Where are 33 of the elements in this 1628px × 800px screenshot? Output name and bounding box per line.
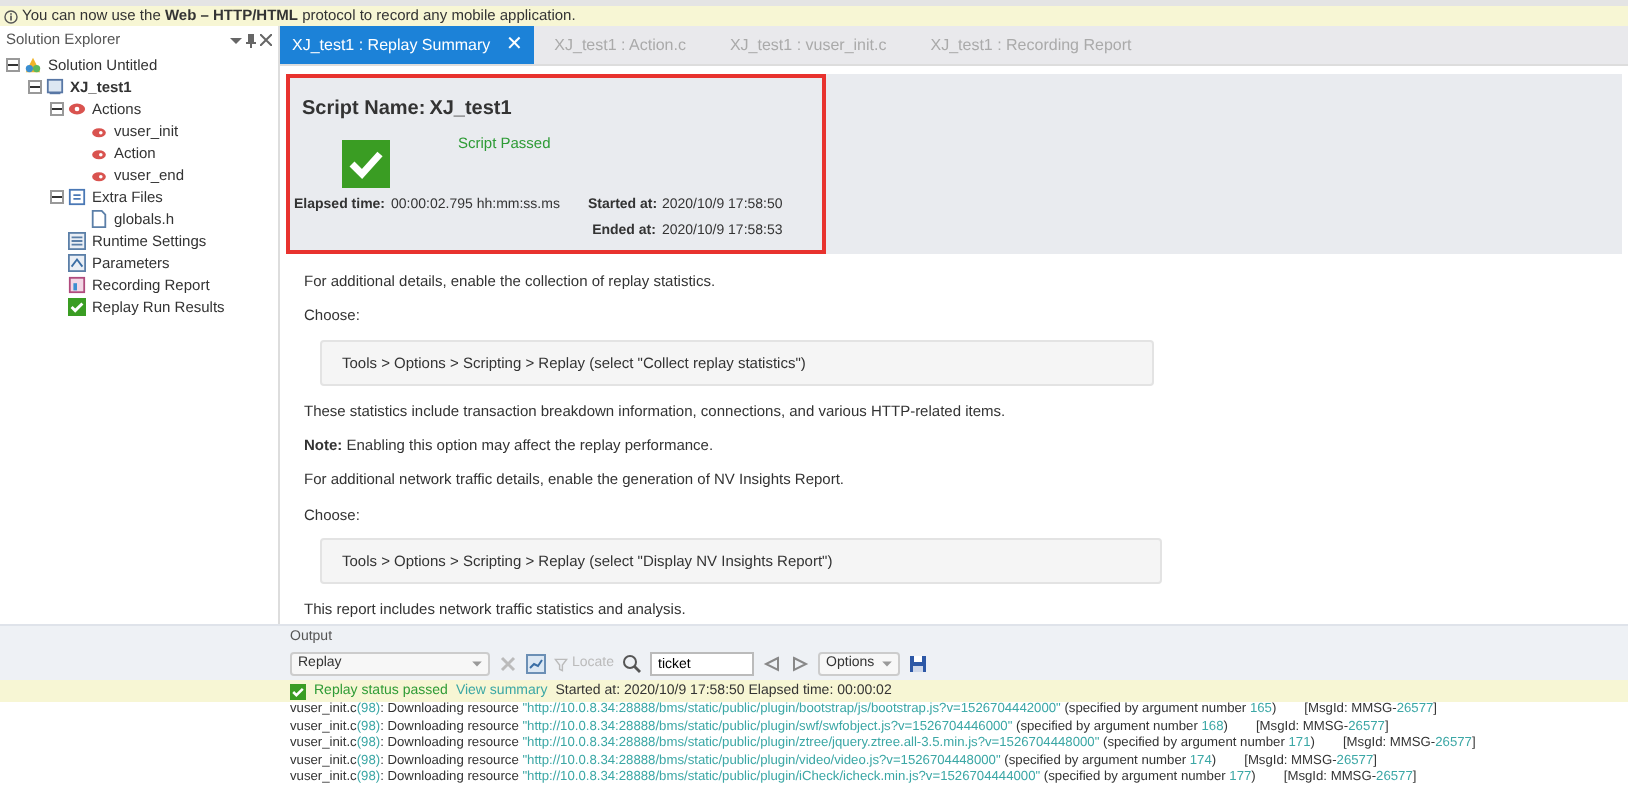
chart-icon[interactable] [526, 654, 546, 674]
report-icon [68, 276, 86, 294]
caret-icon [882, 660, 893, 668]
action-icon [90, 144, 108, 162]
file-icon [90, 210, 108, 228]
next-icon[interactable] [790, 654, 811, 674]
settings-icon [68, 232, 86, 250]
tab[interactable]: XJ_test1 : Replay Summary ✕ [280, 26, 535, 64]
action-icon [90, 122, 108, 140]
collapse-toggle[interactable] [50, 102, 64, 116]
check-icon [290, 683, 306, 699]
collapse-toggle[interactable] [50, 190, 64, 204]
info-icon [4, 9, 18, 23]
script-name: XJ_test1 [429, 96, 512, 124]
collapse-toggle[interactable] [6, 58, 20, 72]
save-icon[interactable] [908, 654, 929, 674]
dropdown-icon[interactable] [230, 35, 242, 45]
close-icon[interactable] [260, 34, 272, 46]
check-icon [342, 140, 390, 188]
filter-icon [554, 657, 568, 671]
collapse-toggle[interactable] [28, 80, 42, 94]
script-name-label: Script Name: [302, 96, 426, 124]
actions-icon [68, 100, 86, 118]
pin-icon[interactable] [246, 33, 256, 47]
check-icon [68, 298, 86, 316]
previous-icon[interactable] [762, 654, 783, 674]
parameters-icon [68, 254, 86, 272]
search-icon[interactable] [622, 654, 643, 674]
solution-icon [24, 56, 42, 74]
caret-icon [472, 660, 482, 668]
script-icon [46, 78, 64, 96]
action-icon [90, 166, 108, 184]
folder-icon [68, 188, 86, 206]
